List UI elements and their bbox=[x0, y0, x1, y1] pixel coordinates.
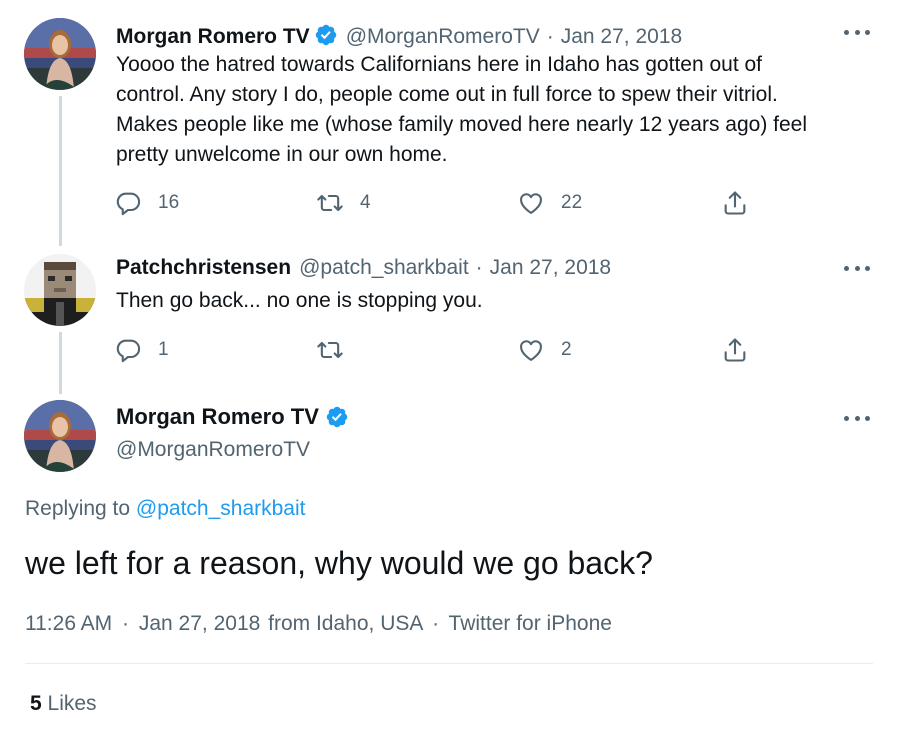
heart-icon bbox=[520, 340, 542, 361]
tweet-actions: 1 2 bbox=[114, 336, 754, 366]
retweet-count: 4 bbox=[360, 192, 371, 213]
divider bbox=[25, 663, 873, 664]
tweet-date[interactable]: Jan 27, 2018 bbox=[139, 612, 260, 635]
tweet-text-line: Yoooo the hatred towards Californians he… bbox=[116, 53, 763, 76]
retweet-button[interactable]: 4 bbox=[316, 189, 371, 217]
tweet-text-line: Then go back... no one is stopping you. bbox=[116, 289, 483, 312]
tweet-header: Morgan Romero TV @MorganRomeroTV · Jan 2… bbox=[116, 19, 682, 49]
thread-connector bbox=[59, 332, 62, 394]
tweet-text-line: control. Any story I do, people come out… bbox=[116, 83, 778, 106]
tweet-text: Yoooo the hatred towards Californians he… bbox=[116, 50, 856, 170]
reply-icon bbox=[116, 339, 141, 363]
tweet-source[interactable]: Twitter for iPhone bbox=[449, 612, 612, 635]
likes-count: 5 bbox=[30, 692, 42, 715]
separator-dot: · bbox=[546, 25, 554, 48]
tweet-location: from Idaho, USA bbox=[268, 612, 423, 635]
replying-handle-link[interactable]: @patch_sharkbait bbox=[136, 497, 306, 520]
tweet-text-line: pretty unwelcome in our own home. bbox=[116, 143, 448, 166]
tweet-thread: Morgan Romero TV @MorganRomeroTV · Jan 2… bbox=[0, 0, 900, 744]
main-tweet-text: we left for a reason, why would we go ba… bbox=[25, 545, 653, 581]
more-options-icon[interactable] bbox=[844, 22, 870, 42]
verified-badge-icon bbox=[315, 24, 336, 46]
author-handle[interactable]: @patch_sharkbait bbox=[299, 256, 469, 280]
share-button[interactable] bbox=[721, 336, 749, 364]
likes-label: Likes bbox=[47, 692, 97, 715]
more-options-icon[interactable] bbox=[844, 408, 870, 428]
retweet-button[interactable] bbox=[316, 336, 360, 364]
tweet-date[interactable]: Jan 27, 2018 bbox=[490, 256, 611, 280]
author-handle[interactable]: @MorganRomeroTV bbox=[116, 438, 349, 462]
author-name[interactable]: Patchchristensen bbox=[116, 256, 291, 280]
reply-button[interactable]: 16 bbox=[114, 189, 179, 217]
main-tweet-author: Morgan Romero TV @MorganRomeroTV bbox=[116, 404, 349, 462]
tweet-time[interactable]: 11:26 AM bbox=[25, 612, 112, 635]
reply-count: 16 bbox=[158, 192, 180, 213]
retweet-icon bbox=[317, 341, 343, 359]
tweet-text-line: Makes people like me (whose family moved… bbox=[116, 113, 808, 136]
author-name[interactable]: Morgan Romero TV bbox=[116, 404, 319, 430]
tweet-metadata: 11:26 AM · Jan 27, 2018 from Idaho, USA … bbox=[25, 612, 612, 636]
reply-button[interactable]: 1 bbox=[114, 336, 169, 364]
like-button[interactable]: 22 bbox=[517, 189, 582, 217]
separator-dot: · bbox=[475, 256, 483, 279]
tweet-header: Patchchristensen @patch_sharkbait · Jan … bbox=[116, 256, 611, 280]
more-options-icon[interactable] bbox=[844, 258, 870, 278]
like-count: 2 bbox=[561, 339, 572, 360]
tweet-text: Then go back... no one is stopping you. bbox=[116, 286, 856, 316]
reply-icon bbox=[116, 192, 141, 216]
share-icon bbox=[724, 191, 746, 215]
avatar-morgan[interactable] bbox=[24, 400, 96, 472]
tweet-actions: 16 4 22 bbox=[114, 189, 754, 219]
separator-dot: · bbox=[432, 612, 440, 635]
tweet-date[interactable]: Jan 27, 2018 bbox=[561, 25, 682, 49]
author-handle[interactable]: @MorganRomeroTV bbox=[346, 25, 540, 49]
reply-count: 1 bbox=[158, 339, 169, 360]
replying-label: Replying to bbox=[25, 497, 131, 520]
retweet-icon bbox=[317, 194, 343, 212]
like-count: 22 bbox=[561, 192, 583, 213]
replying-to: Replying to @patch_sharkbait bbox=[25, 497, 306, 521]
author-name[interactable]: Morgan Romero TV bbox=[116, 25, 310, 49]
avatar-patch[interactable] bbox=[24, 254, 96, 326]
share-button[interactable] bbox=[721, 189, 749, 217]
thread-connector bbox=[59, 96, 62, 246]
like-button[interactable]: 2 bbox=[517, 336, 572, 364]
heart-icon bbox=[520, 193, 542, 214]
likes-summary[interactable]: 5 Likes bbox=[30, 692, 97, 716]
separator-dot: · bbox=[122, 612, 130, 635]
share-icon bbox=[724, 338, 746, 362]
avatar-morgan[interactable] bbox=[24, 18, 96, 90]
verified-badge-icon bbox=[326, 406, 348, 428]
